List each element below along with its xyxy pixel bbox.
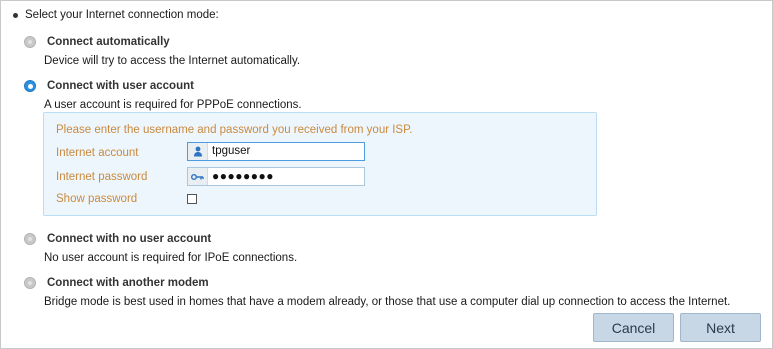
user-icon bbox=[188, 143, 208, 160]
panel-hint: Please enter the username and password y… bbox=[56, 124, 413, 136]
option-connect-automatically[interactable]: Connect automatically bbox=[24, 34, 170, 50]
option-description: Bridge mode is best used in homes that h… bbox=[44, 296, 731, 308]
cancel-button[interactable]: Cancel bbox=[593, 313, 674, 342]
section-heading: Select your Internet connection mode: bbox=[13, 7, 219, 23]
connection-mode-form: Select your Internet connection mode: Co… bbox=[0, 0, 773, 349]
radio-connect-with-no-user-account[interactable] bbox=[24, 233, 36, 245]
internet-password-field[interactable]: ●●●●●●●● bbox=[187, 167, 365, 186]
option-description: No user account is required for IPoE con… bbox=[44, 252, 298, 264]
show-password-label: Show password bbox=[56, 193, 138, 205]
option-label[interactable]: Connect with no user account bbox=[47, 233, 211, 245]
option-label[interactable]: Connect with user account bbox=[47, 80, 194, 92]
internet-password-input[interactable]: ●●●●●●●● bbox=[208, 169, 362, 184]
internet-account-input[interactable] bbox=[208, 144, 362, 159]
internet-account-field[interactable] bbox=[187, 142, 365, 161]
option-label[interactable]: Connect automatically bbox=[47, 36, 170, 48]
internet-account-label: Internet account bbox=[56, 147, 139, 159]
option-description: Device will try to access the Internet a… bbox=[44, 55, 301, 67]
option-description: A user account is required for PPPoE con… bbox=[44, 99, 302, 111]
heading-text: Select your Internet connection mode: bbox=[25, 9, 219, 21]
internet-password-label: Internet password bbox=[56, 171, 148, 183]
bullet-icon bbox=[13, 12, 18, 18]
radio-connect-with-another-modem[interactable] bbox=[24, 277, 36, 289]
option-connect-with-user-account[interactable]: Connect with user account bbox=[24, 78, 194, 94]
option-label[interactable]: Connect with another modem bbox=[47, 277, 209, 289]
option-connect-with-another-modem[interactable]: Connect with another modem bbox=[24, 275, 209, 291]
option-connect-with-no-user-account[interactable]: Connect with no user account bbox=[24, 231, 211, 247]
radio-connect-automatically[interactable] bbox=[24, 36, 36, 48]
key-icon bbox=[188, 168, 208, 185]
show-password-checkbox[interactable] bbox=[187, 194, 197, 204]
radio-connect-with-user-account[interactable] bbox=[24, 80, 36, 92]
user-account-panel: Please enter the username and password y… bbox=[43, 112, 597, 216]
next-button[interactable]: Next bbox=[680, 313, 761, 342]
